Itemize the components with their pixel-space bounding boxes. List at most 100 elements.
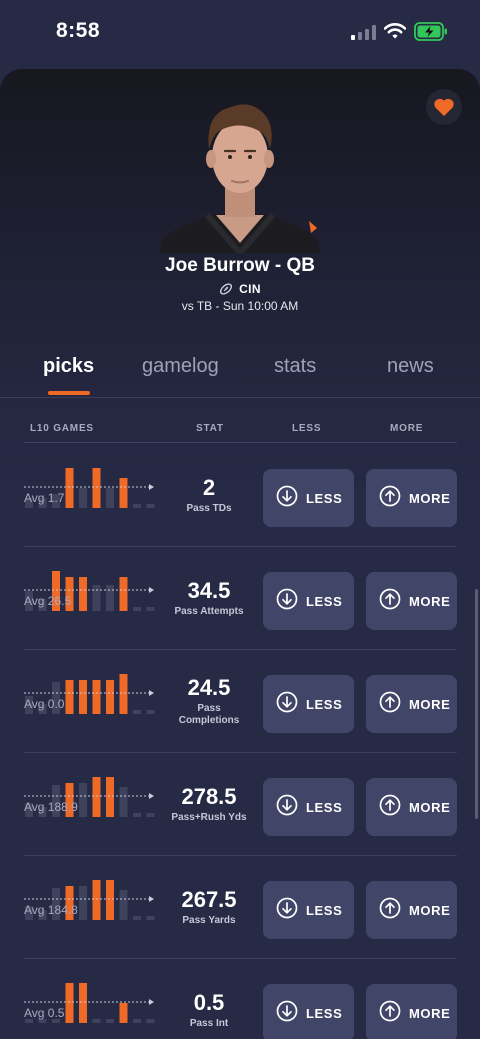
header-more: MORE bbox=[390, 423, 424, 434]
wifi-icon bbox=[384, 23, 406, 39]
game-bar bbox=[146, 504, 155, 508]
game-bar bbox=[79, 983, 87, 1023]
stat-line-value: 0.5 bbox=[193, 990, 225, 1015]
game-bar bbox=[133, 504, 141, 508]
more-button[interactable]: MORE bbox=[366, 984, 457, 1039]
arrow-down-circle-icon bbox=[276, 588, 298, 615]
favorite-button[interactable] bbox=[426, 89, 462, 125]
more-button-label: MORE bbox=[409, 696, 451, 712]
game-bar bbox=[119, 1003, 128, 1023]
more-button[interactable]: MORE bbox=[366, 881, 457, 939]
game-bar bbox=[106, 585, 114, 611]
header-stat: STAT bbox=[196, 423, 224, 434]
average-label: Avg 26.5 bbox=[24, 594, 72, 608]
game-bar bbox=[133, 813, 141, 817]
more-button[interactable]: MORE bbox=[366, 572, 457, 630]
more-button-label: MORE bbox=[409, 490, 451, 506]
game-bar bbox=[79, 577, 87, 611]
line-arrow-icon bbox=[149, 484, 154, 490]
tab-picks[interactable]: picks bbox=[43, 355, 94, 378]
game-bar bbox=[133, 916, 141, 920]
arrow-up-circle-icon bbox=[379, 897, 401, 924]
game-bar bbox=[92, 468, 101, 508]
more-button-label: MORE bbox=[409, 1005, 451, 1021]
stat-name: Pass+Rush Yds bbox=[171, 812, 247, 823]
average-label: Avg 1.7 bbox=[24, 491, 65, 505]
header-divider bbox=[24, 442, 457, 443]
average-label: Avg 0.5 bbox=[24, 1006, 65, 1020]
stat-cell: 2 Pass TDs bbox=[164, 444, 254, 546]
game-bar bbox=[133, 607, 141, 611]
game-bar bbox=[133, 1019, 141, 1023]
game-bar bbox=[106, 777, 114, 817]
arrow-up-circle-icon bbox=[379, 691, 401, 718]
pick-row: Avg 188.9 278.5 Pass+Rush Yds LESS MORE bbox=[0, 753, 480, 856]
arrow-up-circle-icon bbox=[379, 485, 401, 512]
player-name: Joe Burrow - QB bbox=[165, 255, 315, 276]
game-bar bbox=[79, 488, 87, 508]
stat-cell: 24.5 Pass Completions bbox=[164, 650, 254, 752]
game-bar bbox=[106, 488, 114, 508]
more-button-label: MORE bbox=[409, 799, 451, 815]
stat-name: Pass Int bbox=[189, 1018, 229, 1029]
header-less: LESS bbox=[292, 423, 322, 434]
tab-stats[interactable]: stats bbox=[274, 355, 316, 378]
stat-name: Pass Yards bbox=[182, 915, 236, 926]
heart-icon bbox=[434, 98, 454, 116]
header-games: L10 GAMES bbox=[30, 423, 94, 434]
picks-table-header: L10 GAMES STAT LESS MORE bbox=[0, 423, 480, 437]
less-button[interactable]: LESS bbox=[263, 469, 354, 527]
less-button[interactable]: LESS bbox=[263, 881, 354, 939]
tab-bar: picks gamelog stats news bbox=[0, 355, 480, 395]
game-bar bbox=[106, 680, 114, 714]
stat-name: Pass TDs bbox=[186, 503, 232, 514]
battery-charging-icon bbox=[414, 22, 447, 41]
more-button[interactable]: MORE bbox=[366, 469, 457, 527]
pick-row: Avg 0.5 0.5 Pass Int LESS MORE bbox=[0, 959, 480, 1039]
tab-gamelog[interactable]: gamelog bbox=[142, 355, 219, 378]
matchup: vs TB - Sun 10:00 AM bbox=[181, 299, 299, 313]
cellular-signal-icon bbox=[351, 24, 377, 40]
stat-line-value: 2 bbox=[202, 475, 216, 500]
less-button[interactable]: LESS bbox=[263, 984, 354, 1039]
arrow-up-circle-icon bbox=[379, 1000, 401, 1027]
less-button[interactable]: LESS bbox=[263, 675, 354, 733]
less-button-label: LESS bbox=[306, 696, 343, 712]
player-photo bbox=[159, 104, 321, 253]
game-bar bbox=[92, 880, 101, 920]
more-button[interactable]: MORE bbox=[366, 675, 457, 733]
less-button-label: LESS bbox=[306, 593, 343, 609]
less-button[interactable]: LESS bbox=[263, 572, 354, 630]
more-button[interactable]: MORE bbox=[366, 778, 457, 836]
football-icon bbox=[220, 283, 233, 295]
game-bar bbox=[106, 1019, 114, 1023]
stat-cell: 278.5 Pass+Rush Yds bbox=[164, 753, 254, 855]
pick-row: Avg 184.8 267.5 Pass Yards LESS MORE bbox=[0, 856, 480, 959]
less-button[interactable]: LESS bbox=[263, 778, 354, 836]
game-bar bbox=[65, 468, 74, 508]
game-bar bbox=[133, 710, 141, 714]
game-bar bbox=[106, 880, 114, 920]
game-bar bbox=[146, 916, 155, 920]
pick-row: Avg 26.5 34.5 Pass Attempts LESS MORE bbox=[0, 547, 480, 650]
less-button-label: LESS bbox=[306, 490, 343, 506]
pick-row: Avg 0.0 24.5 Pass Completions LESS MORE bbox=[0, 650, 480, 753]
tabs-divider bbox=[0, 397, 480, 398]
game-bar bbox=[65, 983, 74, 1023]
arrow-down-circle-icon bbox=[276, 485, 298, 512]
less-button-label: LESS bbox=[306, 902, 343, 918]
game-bar bbox=[119, 577, 128, 611]
line-arrow-icon bbox=[149, 999, 154, 1005]
game-bar bbox=[92, 585, 101, 611]
player-card: Joe Burrow - QB CIN vs TB - Sun 10:00 AM… bbox=[0, 69, 480, 1039]
line-arrow-icon bbox=[149, 793, 154, 799]
game-bar bbox=[119, 674, 128, 714]
average-label: Avg 0.0 bbox=[24, 697, 65, 711]
game-bar bbox=[79, 783, 87, 817]
game-bar bbox=[146, 710, 155, 714]
game-bar bbox=[146, 1019, 155, 1023]
stat-line-value: 278.5 bbox=[181, 784, 237, 809]
game-bar bbox=[146, 607, 155, 611]
tab-news[interactable]: news bbox=[387, 355, 434, 378]
arrow-up-circle-icon bbox=[379, 794, 401, 821]
